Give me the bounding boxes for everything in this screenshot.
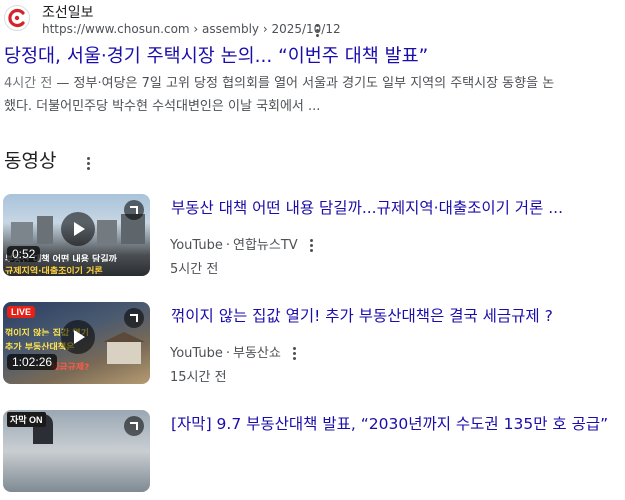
video-title-link[interactable]: [자막] 9.7 부동산대책 발표, “2030년까지 수도권 135만 호 공… (171, 412, 608, 434)
video-thumbnail[interactable]: 부동산 대책 어떤 내용 담길까 규제지역·대출조이기 거론 0:52 (3, 194, 150, 276)
video-more-options-icon[interactable] (293, 345, 297, 362)
chosun-logo[interactable] (4, 5, 30, 31)
video-thumbnail[interactable]: 자막 ON (3, 410, 150, 492)
videos-more-options-icon[interactable] (87, 155, 91, 172)
video-source: YouTube (170, 346, 223, 361)
video-item[interactable]: 자막 ON [자막] 9.7 부동산대책 발표, “2030년까지 수도권 13… (0, 410, 625, 500)
result-url[interactable]: https://www.chosun.com › assembly › 2025… (42, 22, 341, 36)
video-item[interactable]: 꺾이지 않는 집값 열기 추가 부동산대책은 세금규제? LIVE 1:02:2… (0, 302, 625, 392)
chosun-logo-icon (8, 8, 25, 28)
video-meta: YouTube · 연합뉴스TV (170, 234, 314, 254)
video-title-link[interactable]: 꺾이지 않는 집값 열기! 추가 부동산대책은 결국 세금규제 ? (171, 304, 553, 326)
subtitle-badge: 자막 ON (7, 412, 46, 427)
video-duration: 1:02:26 (7, 354, 58, 370)
video-time: 5시간 전 (170, 262, 219, 277)
video-thumbnail[interactable]: 꺾이지 않는 집값 열기 추가 부동산대책은 세금규제? LIVE 1:02:2… (3, 302, 150, 384)
video-source: YouTube (170, 238, 223, 253)
video-meta: YouTube · 부동산쇼 (170, 342, 297, 362)
snippet-time: 4시간 전 (4, 76, 53, 91)
video-title-link[interactable]: 부동산 대책 어떤 내용 담길까...규제지역·대출조이기 거론 ... (171, 196, 563, 218)
video-channel: 연합뉴스TV (233, 238, 298, 253)
video-item[interactable]: 부동산 대책 어떤 내용 담길까 규제지역·대출조이기 거론 0:52 부동산 … (0, 194, 625, 284)
snippet-text-line2: 했다. 더불어민주당 박수현 수석대변인은 이날 국회에서 ... (4, 99, 321, 114)
result-title-link[interactable]: 당정대, 서울·경기 주택시장 논의... “이번주 대책 발표” (4, 42, 428, 68)
play-icon[interactable] (61, 212, 95, 246)
result-snippet: 4시간 전 — 정부·여당은 7일 고위 당정 협의회를 열어 서울과 경기도 … (4, 72, 624, 118)
thumbnail-caption-bottom: 세금규제? (51, 363, 90, 370)
snippet-text-line1: — 정부·여당은 7일 고위 당정 협의회를 열어 서울과 경기도 일부 지역의… (52, 76, 555, 91)
video-time: 15시간 전 (170, 370, 227, 385)
video-duration: 0:52 (7, 246, 41, 262)
site-name[interactable]: 조선일보 (42, 2, 94, 22)
expand-icon[interactable] (124, 200, 144, 220)
more-options-icon[interactable] (316, 22, 320, 39)
video-channel: 부동산쇼 (233, 346, 281, 361)
thumbnail-caption-bottom: 규제지역·대출조이기 거론 (5, 267, 103, 274)
video-more-options-icon[interactable] (309, 237, 314, 254)
videos-section-header: 동영상 (4, 150, 57, 172)
expand-icon[interactable] (124, 308, 144, 328)
play-icon[interactable] (61, 320, 95, 354)
expand-icon[interactable] (124, 416, 144, 436)
live-badge: LIVE (7, 306, 36, 318)
